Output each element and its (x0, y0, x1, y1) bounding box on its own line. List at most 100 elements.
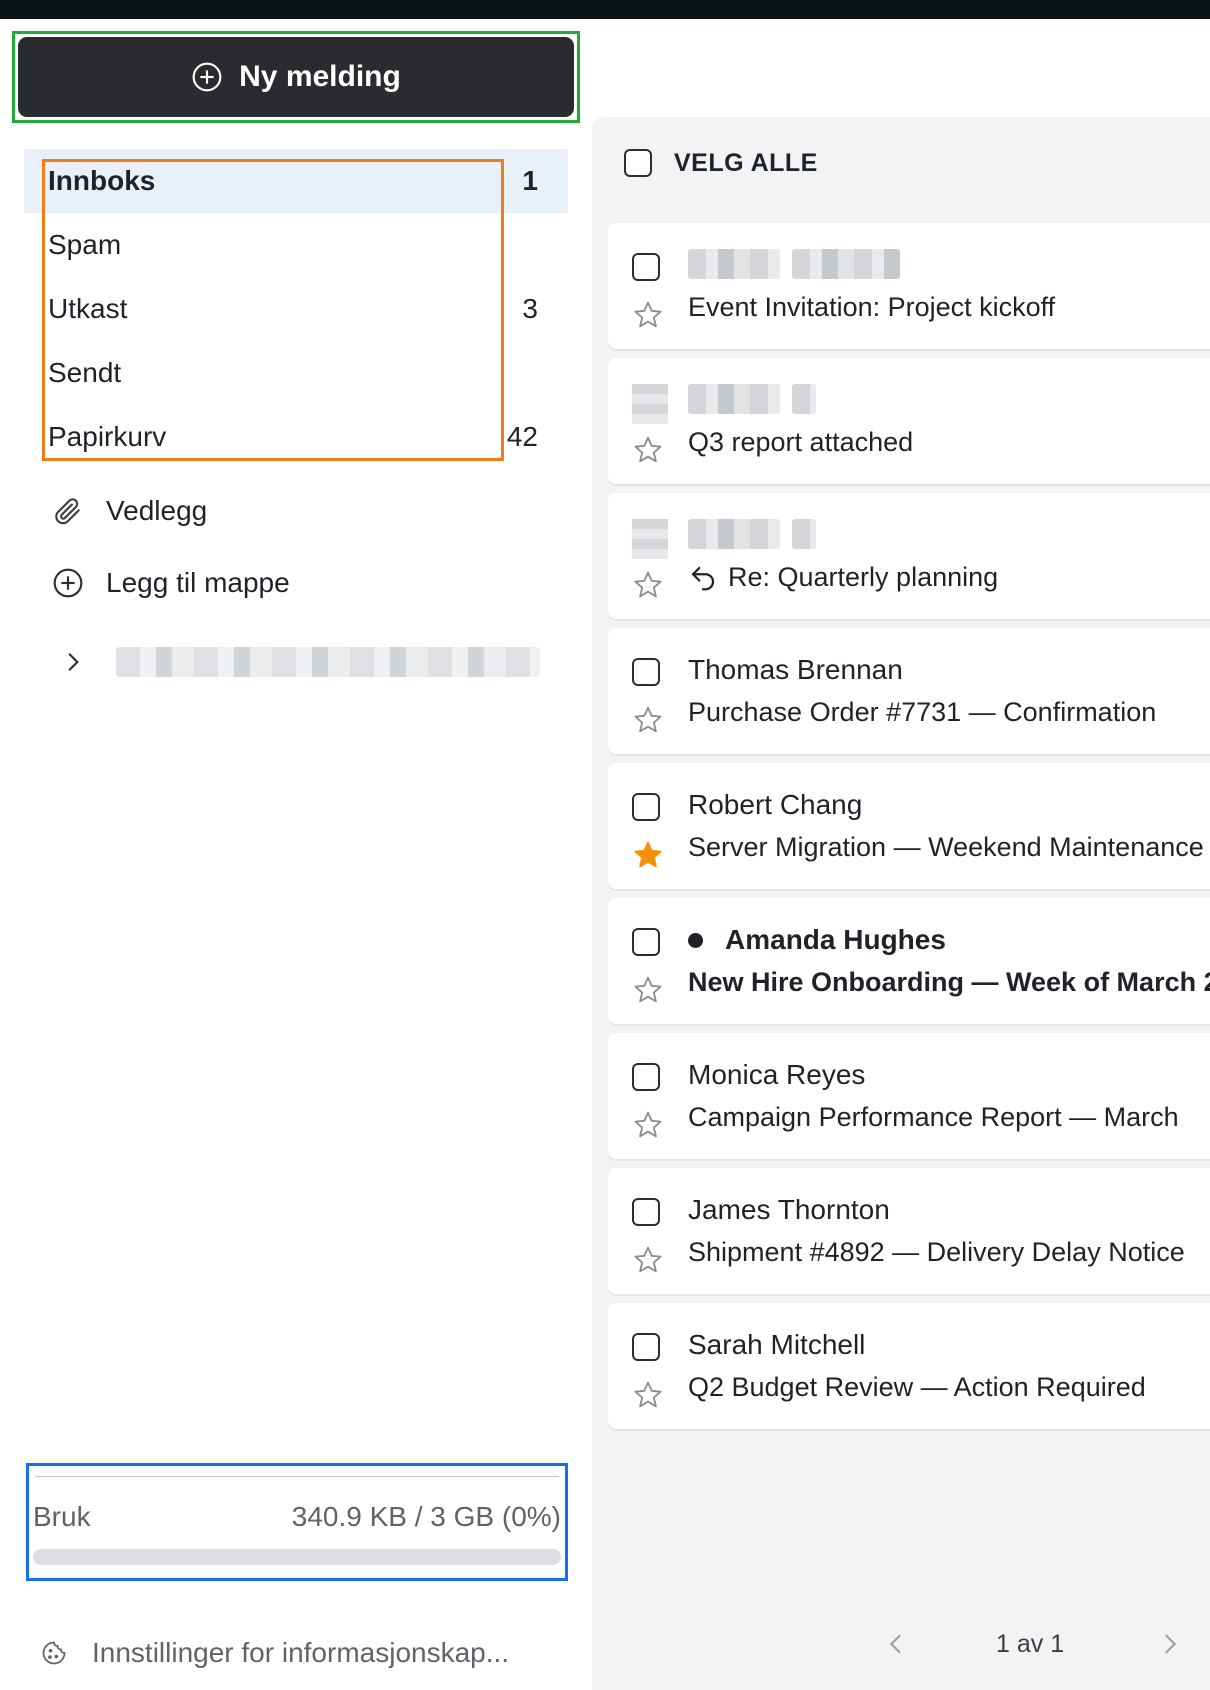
folder-label: Spam (48, 229, 122, 260)
sender-name: James Thornton (688, 1194, 890, 1225)
compose-label: Ny melding (239, 60, 401, 93)
sender-name: Sarah Mitchell (688, 1329, 866, 1360)
plus-circle-icon (192, 62, 222, 92)
chevron-left-icon[interactable] (882, 1630, 910, 1658)
star-icon[interactable] (632, 1244, 664, 1276)
attachments-label: Vedlegg (106, 495, 208, 526)
add-folder-button[interactable]: Legg til mappe (52, 563, 290, 603)
cookie-settings-link[interactable]: Innstillinger for informasjonskap... (40, 1637, 509, 1669)
message-row[interactable]: Amanda Hughes New Hire Onboarding — Week … (608, 898, 1210, 1024)
redacted-sender (688, 384, 780, 414)
folder-drafts[interactable]: Utkast 3 (24, 277, 568, 341)
message-row[interactable]: Sarah Mitchell Q2 Budget Review — Action … (608, 1303, 1210, 1429)
reply-icon (691, 566, 715, 590)
subject-text: Campaign Performance Report — March (688, 1102, 1179, 1132)
sidebar: Ny melding Innboks 1 Spam Utkast 3 Sendt… (0, 19, 584, 1690)
chevron-right-icon[interactable] (1156, 1630, 1184, 1658)
star-icon[interactable] (632, 434, 664, 466)
message-sender: Amanda Hughes (688, 924, 946, 956)
subject-text: Shipment #4892 — Delivery Delay Notice (688, 1237, 1185, 1267)
select-all-checkbox[interactable] (624, 149, 652, 177)
message-row[interactable]: Monica Reyes Campaign Performance Report … (608, 1033, 1210, 1159)
star-icon[interactable] (632, 1379, 664, 1411)
message-checkbox[interactable] (632, 793, 660, 821)
collapsed-folder-group[interactable] (60, 647, 540, 677)
sender-name: Monica Reyes (688, 1059, 866, 1090)
message-subject: Purchase Order #7731 — Confirmation (688, 697, 1156, 728)
folder-label: Utkast (48, 293, 128, 324)
message-subject: Q3 report attached (688, 427, 913, 458)
message-subject: Server Migration — Weekend Maintenance (688, 832, 1204, 863)
sender-name: Thomas Brennan (688, 654, 903, 685)
folder-spam[interactable]: Spam (24, 213, 568, 277)
usage-divider (35, 1476, 559, 1477)
message-subject: Campaign Performance Report — March (688, 1102, 1179, 1133)
message-row[interactable]: Re: Quarterly planning (608, 493, 1210, 619)
folder-label: Sendt (48, 357, 122, 388)
compose-highlight: Ny melding (12, 31, 580, 123)
cookie-settings-label: Innstillinger for informasjonskap... (92, 1637, 510, 1668)
message-row[interactable]: Robert Chang Server Migration — Weekend M… (608, 763, 1210, 889)
usage-label: Bruk (33, 1501, 91, 1532)
pagination: 1 av 1 (592, 1598, 1210, 1690)
star-icon[interactable] (632, 1109, 664, 1141)
plus-circle-icon (53, 568, 83, 598)
subject-text: Purchase Order #7731 — Confirmation (688, 697, 1157, 727)
list-header: VELG ALLE (592, 117, 1210, 209)
redacted-sender (792, 519, 816, 549)
folder-count: 3 (522, 293, 538, 324)
top-bar (0, 0, 1210, 19)
message-row[interactable]: Q3 report attached (608, 358, 1210, 484)
message-checkbox[interactable] (632, 1063, 660, 1091)
folder-list: Innboks 1 Spam Utkast 3 Sendt Papirkurv … (24, 149, 568, 469)
folder-count: 1 (522, 165, 538, 196)
message-checkbox[interactable] (632, 253, 660, 281)
redacted-sender (792, 249, 900, 279)
message-checkbox[interactable] (632, 1333, 660, 1361)
message-checkbox[interactable] (632, 928, 660, 956)
message-sender: Sarah Mitchell (688, 1329, 865, 1361)
folder-trash[interactable]: Papirkurv 42 (24, 405, 568, 469)
folder-count: 42 (506, 421, 538, 452)
message-row[interactable]: Thomas Brennan Purchase Order #7731 — Con… (608, 628, 1210, 754)
redacted-folder-name (116, 647, 540, 677)
star-icon[interactable] (632, 704, 664, 736)
star-icon[interactable] (632, 299, 664, 331)
message-sender: Thomas Brennan (688, 654, 903, 686)
message-row[interactable]: James Thornton Shipment #4892 — Delivery … (608, 1168, 1210, 1294)
message-row[interactable]: Event Invitation: Project kickoff (608, 223, 1210, 349)
message-sender (688, 519, 816, 549)
attachments-link[interactable]: Vedlegg (52, 491, 207, 531)
message-subject: New Hire Onboarding — Week of March 2 (688, 967, 1210, 998)
redacted-sender (792, 384, 816, 414)
sender-name: Robert Chang (688, 789, 863, 820)
select-all-label: VELG ALLE (674, 148, 818, 177)
star-icon[interactable] (632, 974, 664, 1006)
folder-inbox[interactable]: Innboks 1 (24, 149, 568, 213)
subject-text: Server Migration — Weekend Maintenance (688, 832, 1204, 862)
subject-text: New Hire Onboarding — Week of March 2 (688, 967, 1210, 997)
compose-button[interactable]: Ny melding (18, 37, 574, 117)
sender-name: Amanda Hughes (725, 924, 946, 955)
paperclip-icon (55, 498, 80, 525)
message-sender: Robert Chang (688, 789, 862, 821)
message-sender: James Thornton (688, 1194, 890, 1226)
message-subject: Shipment #4892 — Delivery Delay Notice (688, 1237, 1185, 1268)
add-folder-label: Legg til mappe (106, 567, 290, 598)
subject-text: Q2 Budget Review — Action Required (688, 1372, 1146, 1402)
star-filled-icon[interactable] (632, 839, 664, 871)
message-checkbox[interactable] (632, 658, 660, 686)
message-subject: Re: Quarterly planning (688, 562, 998, 593)
redacted-sender (688, 519, 780, 549)
star-icon[interactable] (632, 569, 664, 601)
message-sender: Monica Reyes (688, 1059, 865, 1091)
message-subject: Event Invitation: Project kickoff (688, 292, 1055, 323)
message-subject: Q2 Budget Review — Action Required (688, 1372, 1146, 1403)
unread-dot-icon (688, 932, 703, 948)
page-info: 1 av 1 (996, 1629, 1065, 1658)
folder-label: Innboks (48, 165, 156, 196)
subject-text: Event Invitation: Project kickoff (688, 292, 1056, 322)
message-checkbox[interactable] (632, 1198, 660, 1226)
folder-sent[interactable]: Sendt (24, 341, 568, 405)
subject-text: Re: Quarterly planning (728, 562, 999, 592)
